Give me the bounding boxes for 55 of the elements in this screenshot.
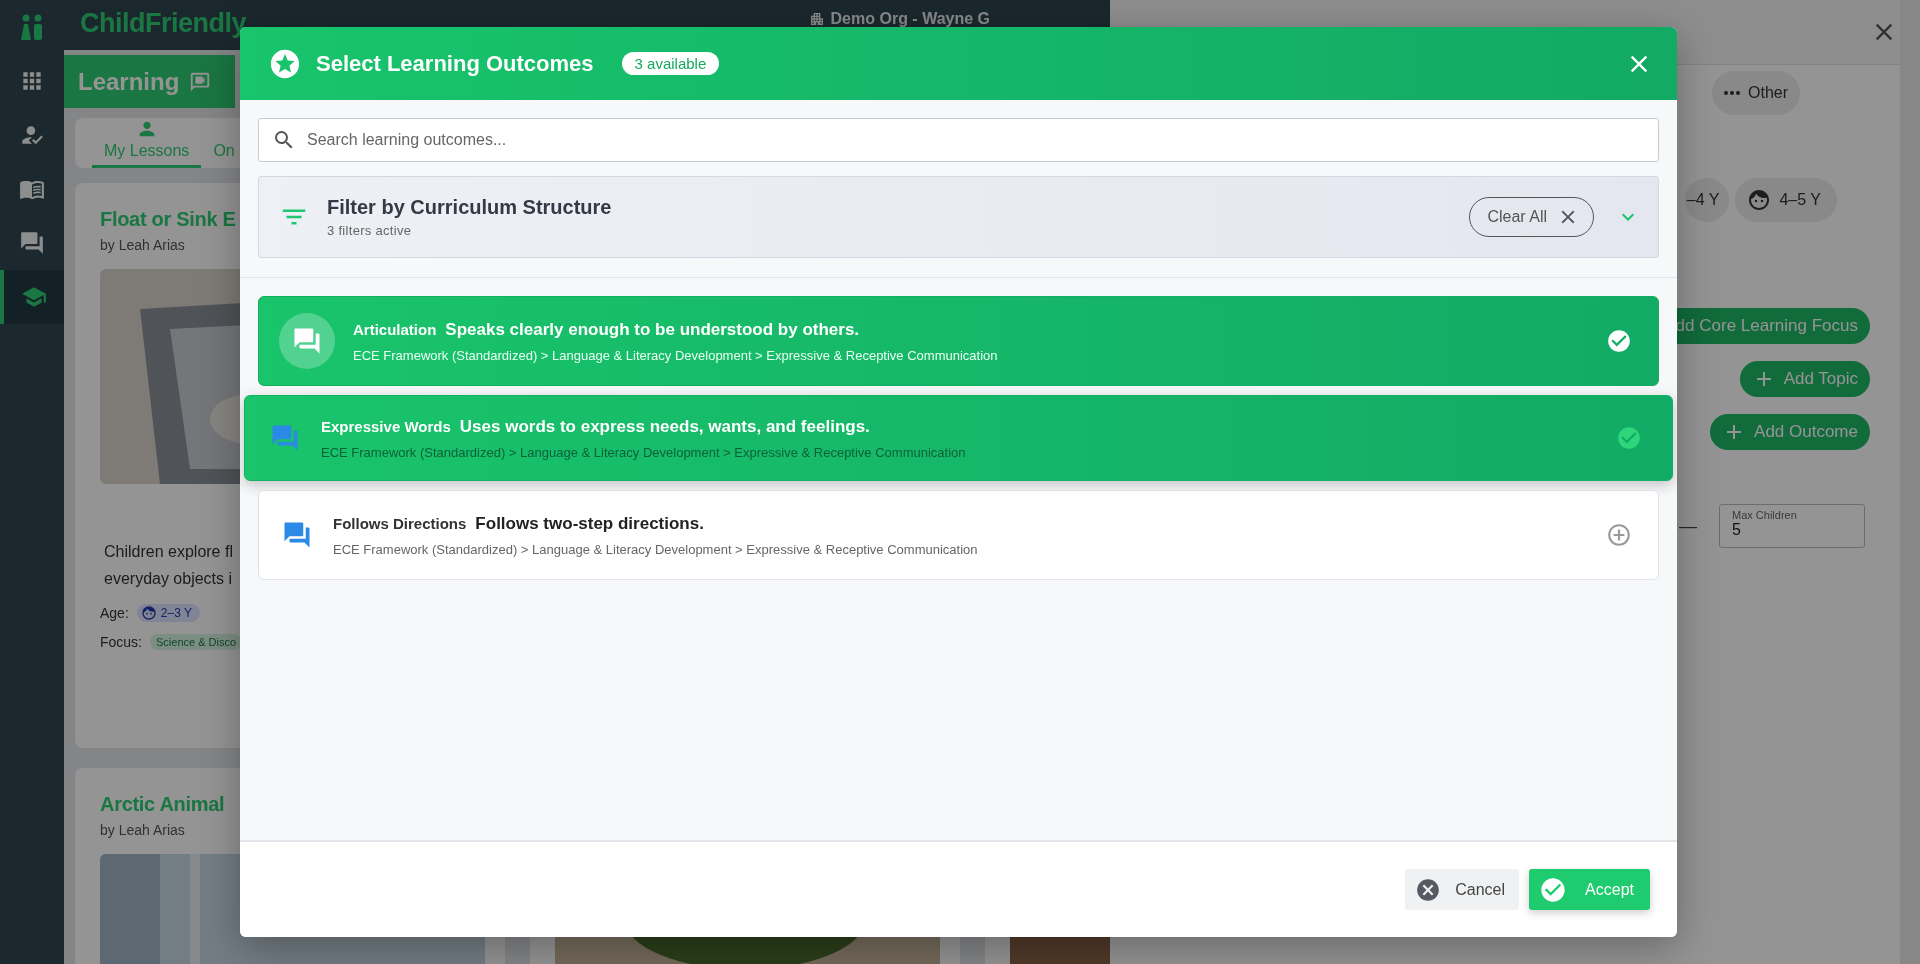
filter-title: Filter by Curriculum Structure — [327, 196, 613, 219]
lesson-tab[interactable]: On — [201, 142, 247, 168]
dots-icon — [1724, 91, 1740, 95]
age-label: Age: — [100, 605, 129, 621]
face-icon — [140, 605, 157, 621]
lesson-author: by Leah Arias — [100, 822, 185, 838]
outcome-description: Uses words to express needs, wants, and feelings. — [459, 416, 870, 437]
range-separator: — — [1679, 515, 1697, 537]
check-icon — [1539, 875, 1568, 904]
add-button[interactable]: Add Topic — [1739, 361, 1870, 397]
building-icon — [808, 11, 825, 27]
lesson-description: Children explore fl everyday objects i — [104, 542, 233, 589]
add-icon — [1606, 522, 1632, 548]
check-icon — [1616, 425, 1642, 451]
outcome-path: ECE Framework (Standardized) > Language & Literacy Development > Expressive & Receptive Communication — [333, 541, 979, 557]
outcome-description: Speaks clearly enough to be understood by others. — [445, 319, 860, 340]
chat-icon — [292, 326, 322, 356]
category-chip[interactable]: Other — [1712, 71, 1800, 115]
chat-icon[interactable] — [19, 230, 45, 256]
focus-label: Focus: — [100, 634, 142, 650]
section-title: Learning — [78, 67, 180, 96]
check-icon — [1606, 328, 1632, 354]
chat-icon — [282, 520, 312, 550]
lesson-title[interactable]: Arctic Animal — [100, 793, 225, 816]
add-button[interactable]: Add Outcome — [1710, 414, 1870, 450]
dialog-title: Select Learning Outcomes — [316, 50, 594, 77]
outcome-name: Articulation — [353, 320, 437, 338]
age-chip: 2–3 Y — [136, 604, 200, 622]
cancel-icon — [1415, 876, 1442, 903]
lesson-tab[interactable]: My Lessons — [92, 118, 202, 168]
app-logo: ChildFriendly — [80, 8, 246, 39]
filter-count: 3 filters active — [327, 223, 413, 238]
video-chat-icon — [189, 70, 212, 93]
outcome-item[interactable]: Follows Directions Follows two-step directions. ECE Framework (Standardized) > Language & Literacy Development > Expressive & Receptive Communication — [258, 490, 1659, 580]
outcome-name: Expressive Words — [321, 417, 451, 435]
organization-name[interactable]: Demo Org - Wayne G — [830, 10, 990, 28]
outcome-item[interactable]: Articulation Speaks clearly enough to be understood by others. ECE Framework (Standardized) > Language & Literacy Development > Expressive & Receptive Communication — [258, 296, 1659, 386]
cancel-button[interactable]: Cancel — [1405, 869, 1520, 910]
outcome-name: Follows Directions — [333, 514, 467, 532]
age-chip[interactable]: 4–5 Y — [1735, 178, 1837, 222]
outcome-description: Follows two-step directions. — [475, 513, 704, 534]
accept-button[interactable]: Accept — [1529, 869, 1650, 910]
chat-icon — [270, 423, 300, 453]
search-field[interactable]: Search learning outcomes... — [258, 118, 1659, 162]
lesson-title[interactable]: Float or Sink E — [100, 208, 236, 231]
age-chip[interactable]: –4 Y — [1684, 178, 1730, 222]
filter-panel[interactable]: Filter by Curriculum Structure 3 filters active Clear All — [258, 176, 1659, 258]
max-children-field[interactable]: Max Children 5 — [1719, 504, 1865, 548]
lesson-author: by Leah Arias — [100, 237, 185, 253]
face-icon — [1747, 188, 1772, 212]
available-count: 3 available — [621, 52, 720, 75]
outcome-item[interactable]: Expressive Words Uses words to express needs, wants, and feelings. ECE Framework (Standardized) > Language & Literacy Development > Expressive & Receptive Communication — [244, 395, 1673, 481]
focus-chip: Science & Disco — [150, 634, 243, 650]
outcome-path: ECE Framework (Standardized) > Language & Literacy Development > Expressive & Receptive Communication — [353, 347, 999, 363]
outcome-path: ECE Framework (Standardized) > Language & Literacy Development > Expressive & Receptive Communication — [321, 444, 967, 460]
